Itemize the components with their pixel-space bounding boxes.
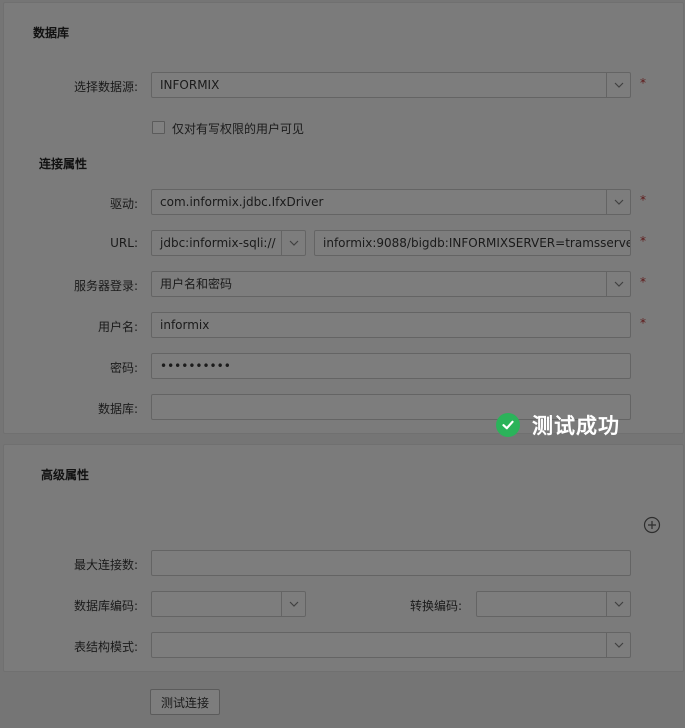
server-login-select[interactable]: 用户名和密码	[151, 271, 631, 297]
server-login-label: 服务器登录:	[73, 279, 138, 293]
password-label: 密码:	[109, 361, 138, 375]
advanced-section-title: 高级属性	[41, 468, 90, 482]
driver-select[interactable]: com.informix.jdbc.IfxDriver	[151, 189, 631, 215]
datasource-label: 选择数据源:	[73, 80, 138, 94]
advanced-panel: 高级属性 最大连接数: 数据库编码: 转换编码: 表结构模式:	[3, 444, 684, 672]
username-input[interactable]: informix	[151, 312, 631, 338]
convert-encoding-select[interactable]	[476, 591, 631, 617]
connection-section-title: 连接属性	[39, 157, 88, 171]
driver-value: com.informix.jdbc.IfxDriver	[160, 195, 324, 209]
username-label: 用户名:	[97, 320, 138, 334]
url-label: URL:	[110, 236, 138, 250]
chevron-down-icon[interactable]	[281, 592, 305, 616]
db-encoding-select[interactable]	[151, 591, 306, 617]
database-name-label: 数据库:	[97, 402, 138, 416]
convert-encoding-label: 转换编码:	[409, 599, 462, 613]
required-marker: *	[640, 234, 646, 248]
test-connection-button[interactable]: 测试连接	[150, 689, 220, 715]
required-marker: *	[640, 275, 646, 289]
chevron-down-icon[interactable]	[606, 73, 630, 97]
required-marker: *	[640, 193, 646, 207]
database-section-title: 数据库	[33, 26, 70, 40]
db-encoding-label: 数据库编码:	[73, 599, 138, 613]
chevron-down-icon[interactable]	[606, 592, 630, 616]
datasource-value: INFORMIX	[160, 78, 220, 92]
max-connections-label: 最大连接数:	[73, 558, 138, 572]
write-only-checkbox[interactable]	[152, 121, 165, 134]
chevron-down-icon[interactable]	[606, 633, 630, 657]
chevron-down-icon[interactable]	[606, 272, 630, 296]
schema-mode-label: 表结构模式:	[73, 640, 138, 654]
server-login-value: 用户名和密码	[160, 277, 233, 291]
password-input[interactable]: ••••••••••	[151, 353, 631, 379]
datasource-select[interactable]: INFORMIX	[151, 72, 631, 98]
check-circle-icon	[496, 413, 520, 437]
schema-mode-select[interactable]	[151, 632, 631, 658]
plus-circle-icon[interactable]	[643, 516, 661, 534]
max-connections-input[interactable]	[151, 550, 631, 576]
driver-label: 驱动:	[109, 197, 138, 211]
write-only-checkbox-label[interactable]: 仅对有写权限的用户可见	[172, 120, 304, 137]
toast-message: 测试成功	[532, 414, 620, 438]
url-input[interactable]: informix:9088/bigdb:INFORMIXSERVER=trams…	[314, 230, 631, 256]
url-prefix-value: jdbc:informix-sqli://	[160, 236, 276, 250]
url-prefix-select[interactable]: jdbc:informix-sqli://	[151, 230, 306, 256]
chevron-down-icon[interactable]	[281, 231, 305, 255]
required-marker: *	[640, 76, 646, 90]
success-toast: 测试成功	[496, 410, 620, 440]
required-marker: *	[640, 316, 646, 330]
chevron-down-icon[interactable]	[606, 190, 630, 214]
database-panel: 数据库 选择数据源: INFORMIX * 仅对有写权限的用户可见 连接属性 驱…	[3, 2, 684, 434]
